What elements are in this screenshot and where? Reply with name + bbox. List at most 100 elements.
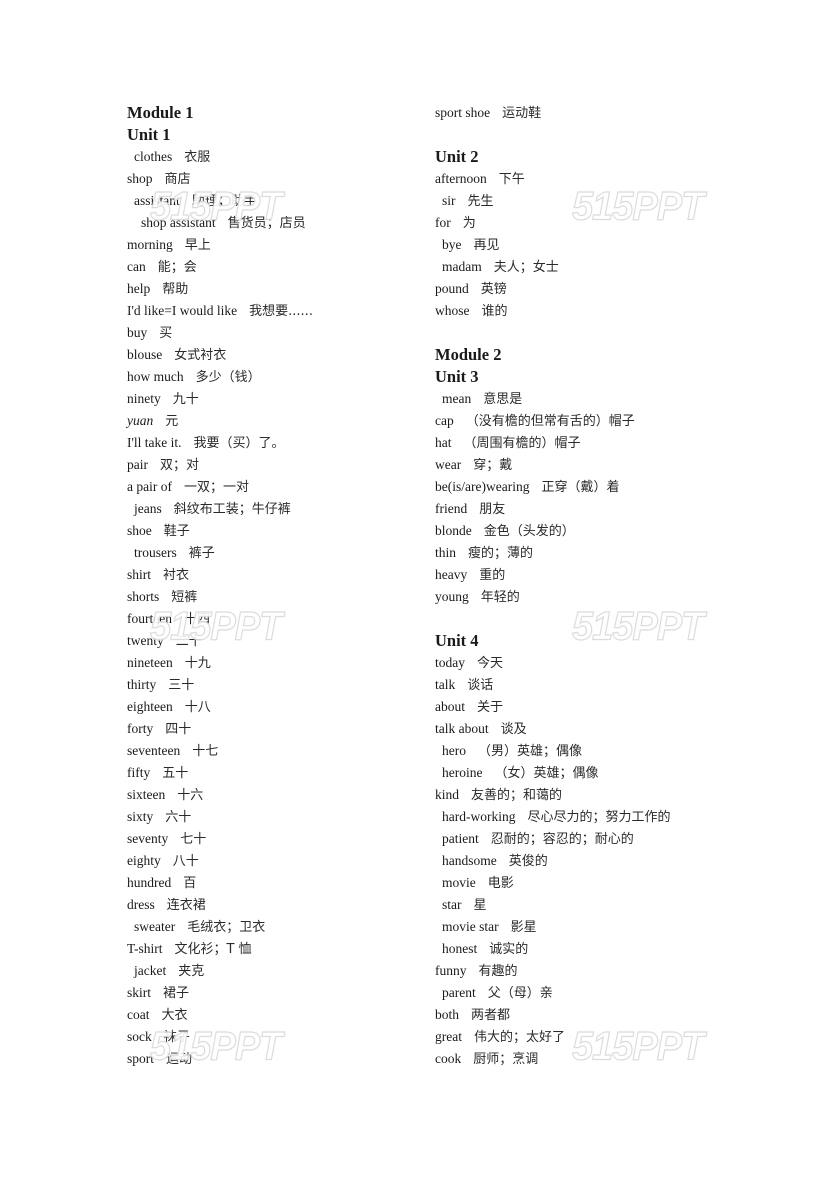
english-word: movie star: [442, 919, 499, 934]
english-word: I'll take it.: [127, 435, 182, 450]
english-word: assistant: [134, 193, 180, 208]
chinese-meaning: 十四: [183, 612, 210, 627]
english-word: whose: [435, 303, 470, 318]
vocab-entry: about 关于: [435, 696, 755, 718]
chinese-meaning: 英镑: [480, 282, 507, 297]
vocab-entry: clothes 衣服: [127, 146, 417, 168]
chinese-meaning: （男）英雄；偶像: [478, 744, 583, 759]
english-word: yuan: [127, 413, 154, 428]
vocab-entry: ninety 九十: [127, 388, 417, 410]
english-word: kind: [435, 787, 460, 802]
chinese-meaning: 谈话: [467, 678, 494, 693]
chinese-meaning: （没有檐的但常有舌的）帽子: [465, 414, 635, 429]
vocab-entry: shorts 短裤: [127, 586, 417, 608]
vocab-entry: coat 大衣: [127, 1004, 417, 1026]
vocab-entry: movie 电影: [435, 872, 755, 894]
chinese-meaning: 早上: [184, 238, 211, 253]
vocab-entry: friend 朋友: [435, 498, 755, 520]
english-word: shop: [127, 171, 153, 186]
chinese-meaning: 裤子: [188, 546, 215, 561]
vocab-entry: trousers 裤子: [127, 542, 417, 564]
chinese-meaning: 谈及: [500, 722, 527, 737]
english-word: pair: [127, 457, 148, 472]
vocab-entry: hat （周围有檐的）帽子: [435, 432, 755, 454]
english-word: sweater: [134, 919, 176, 934]
vocab-entry: shoe 鞋子: [127, 520, 417, 542]
chinese-meaning: 运动鞋: [502, 106, 542, 121]
chinese-meaning: 裙子: [163, 986, 190, 1001]
vocab-entry: thin 瘦的；薄的: [435, 542, 755, 564]
vocab-entry: cap （没有檐的但常有舌的）帽子: [435, 410, 755, 432]
chinese-meaning: 七十: [180, 832, 207, 847]
english-word: talk: [435, 677, 456, 692]
english-word: seventeen: [127, 743, 181, 758]
vocab-entry: seventeen 十七: [127, 740, 417, 762]
chinese-meaning: 今天: [477, 656, 504, 671]
english-word: funny: [435, 963, 467, 978]
english-word: sir: [442, 193, 456, 208]
vocab-entry: nineteen 十九: [127, 652, 417, 674]
chinese-meaning: 售货员；店员: [227, 216, 306, 231]
chinese-meaning: 正穿（戴）着: [541, 480, 620, 495]
vocab-entry: jacket 夹克: [127, 960, 417, 982]
chinese-meaning: 九十: [172, 392, 199, 407]
english-word: hundred: [127, 875, 172, 890]
chinese-meaning: 电影: [487, 876, 514, 891]
english-word: heavy: [435, 567, 468, 582]
unit-heading: Unit 1: [127, 125, 171, 144]
vocab-entry: funny 有趣的: [435, 960, 755, 982]
chinese-meaning: 谁的: [481, 304, 508, 319]
vocab-entry: kind 友善的；和蔼的: [435, 784, 755, 806]
english-word: forty: [127, 721, 154, 736]
chinese-meaning: 商店: [164, 172, 191, 187]
english-word: thin: [435, 545, 457, 560]
chinese-meaning: 友善的；和蔼的: [471, 788, 563, 803]
chinese-meaning: 毛绒衣；卫衣: [187, 920, 266, 935]
vocab-entry: shirt 衬衣: [127, 564, 417, 586]
chinese-meaning: 女式衬衣: [174, 348, 227, 363]
right-column: sport shoe 运动鞋 Unit 2 afternoon 下午 sir 先生 for 为 b…: [435, 102, 755, 1070]
chinese-meaning: 连衣裙: [166, 898, 206, 913]
vocab-entry: assistant 助理；助手: [127, 190, 417, 212]
english-word: both: [435, 1007, 460, 1022]
english-word: shirt: [127, 567, 152, 582]
chinese-meaning: 十七: [192, 744, 219, 759]
english-word: for: [435, 215, 451, 230]
english-word: a pair of: [127, 479, 172, 494]
vocab-entry: honest 诚实的: [435, 938, 755, 960]
vocab-entry: how much 多少（钱）: [127, 366, 417, 388]
english-word: shop assistant: [141, 215, 216, 230]
english-word: hero: [442, 743, 466, 758]
vocab-entry: T-shirt 文化衫；T 恤: [127, 938, 417, 960]
english-word: mean: [442, 391, 472, 406]
vocab-entry: sock 袜子: [127, 1026, 417, 1048]
chinese-meaning: 六十: [165, 810, 192, 825]
vocab-entry: hero （男）英雄；偶像: [435, 740, 755, 762]
vocab-entry: fifty 五十: [127, 762, 417, 784]
vocab-entry: star 星: [435, 894, 755, 916]
chinese-meaning: 八十: [172, 854, 199, 869]
vocab-entry: parent 父（母）亲: [435, 982, 755, 1004]
english-word: about: [435, 699, 465, 714]
chinese-meaning: 厨师；烹调: [473, 1052, 539, 1067]
module-heading: Module 2: [435, 345, 502, 364]
chinese-meaning: 诚实的: [489, 942, 529, 957]
chinese-meaning: 影星: [510, 920, 537, 935]
english-word: buy: [127, 325, 148, 340]
english-word: fifty: [127, 765, 151, 780]
vocab-entry: wear 穿；戴: [435, 454, 755, 476]
english-word: blonde: [435, 523, 472, 538]
english-word: shoe: [127, 523, 152, 538]
chinese-meaning: 夹克: [178, 964, 205, 979]
chinese-meaning: 大衣: [161, 1008, 188, 1023]
chinese-meaning: 星: [473, 898, 487, 913]
english-word: T-shirt: [127, 941, 163, 956]
english-word: afternoon: [435, 171, 487, 186]
english-word: young: [435, 589, 469, 604]
vocab-entry: bye 再见: [435, 234, 755, 256]
vocab-entry: eighteen 十八: [127, 696, 417, 718]
left-column: Module 1 Unit 1 clothes 衣服 shop 商店 assistant 助理…: [127, 102, 417, 1070]
vocab-entry: sport shoe 运动鞋: [435, 102, 755, 124]
unit-heading: Unit 4: [435, 631, 479, 650]
chinese-meaning: （周围有檐的）帽子: [463, 436, 581, 451]
